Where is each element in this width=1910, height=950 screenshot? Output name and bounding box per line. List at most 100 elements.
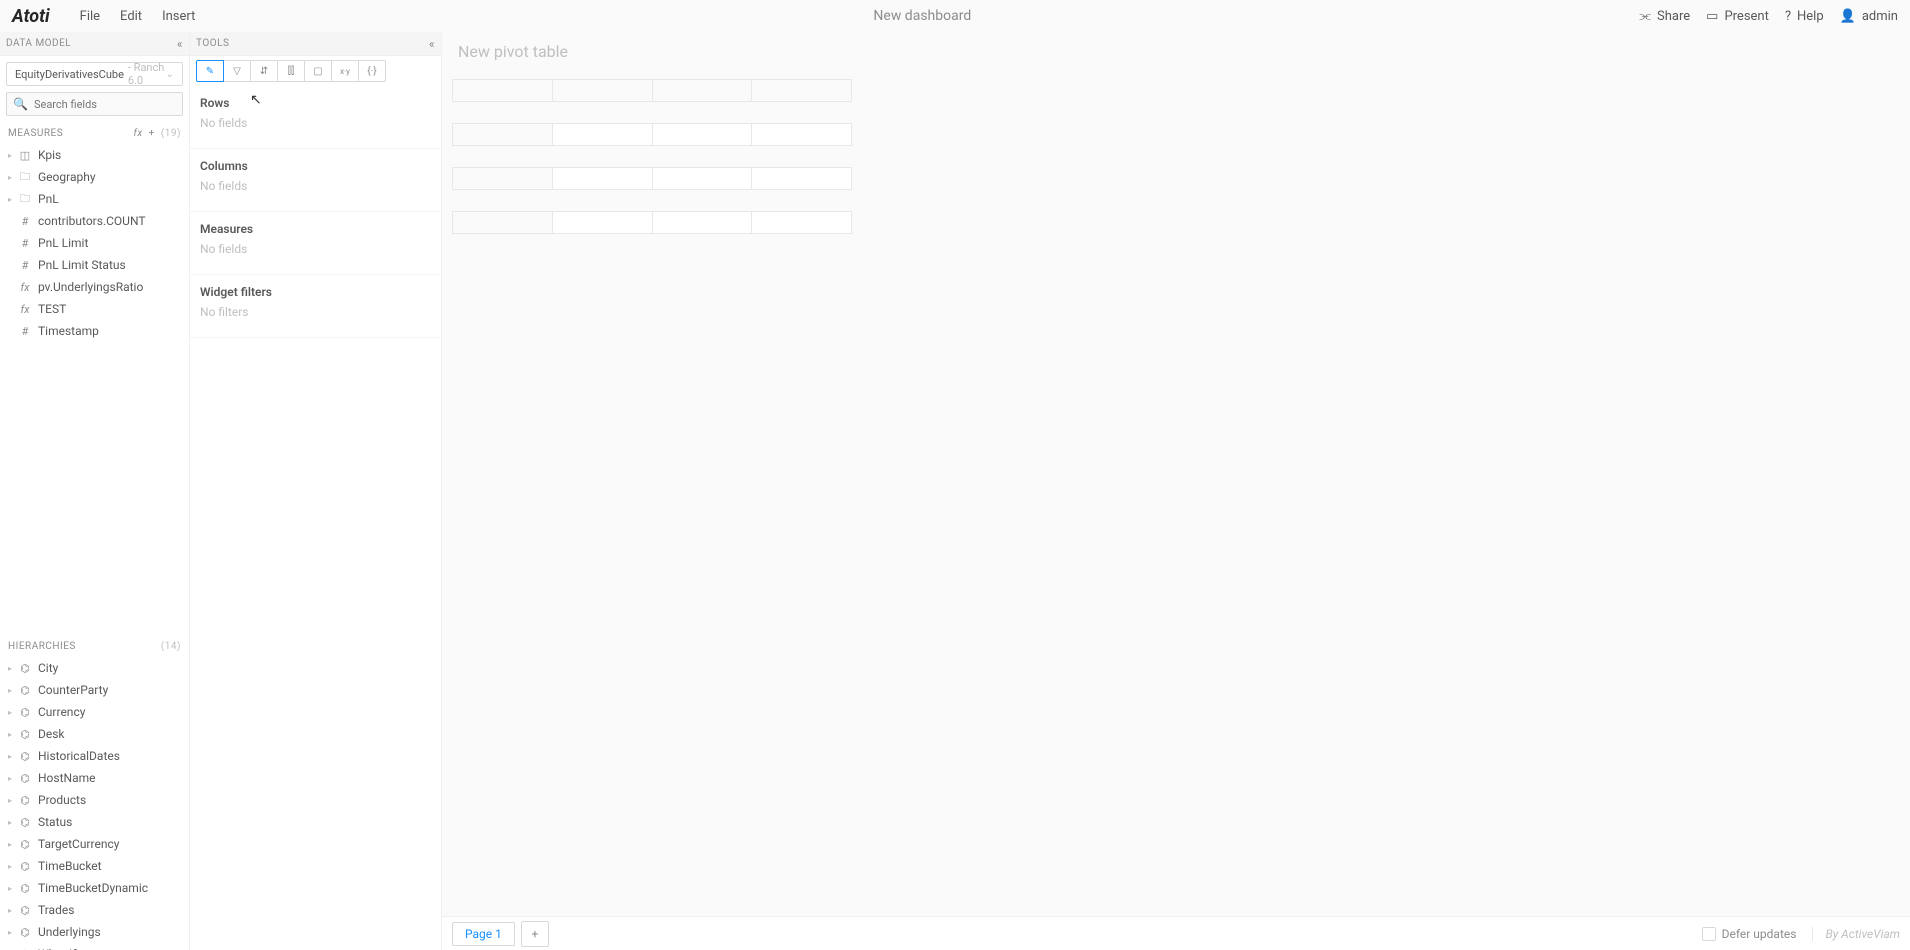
tool-tab-filter[interactable]: ▽ xyxy=(223,60,251,82)
user-icon: 👤 xyxy=(1840,9,1856,24)
expand-icon[interactable]: ▸ xyxy=(8,906,18,915)
hierarchy-item[interactable]: ▸⌬What-If xyxy=(0,943,189,950)
pivot-table[interactable] xyxy=(442,71,1910,916)
help-button[interactable]: ? Help xyxy=(1785,9,1824,24)
hierarchy-item[interactable]: ▸⌬City xyxy=(0,657,189,679)
present-label: Present xyxy=(1724,9,1768,24)
hierarchy-item[interactable]: ▸⌬Desk xyxy=(0,723,189,745)
bars-icon: ⫿⫿ xyxy=(288,66,294,77)
hierarchy-item[interactable]: ▸⌬Products xyxy=(0,789,189,811)
cube-selector[interactable]: EquityDerivativesCube - Ranch 6.0 ⌄ xyxy=(6,62,183,86)
hierarchy-item[interactable]: ▸⌬ Status xyxy=(0,811,189,833)
menu-edit[interactable]: Edit xyxy=(110,9,152,24)
expand-icon[interactable]: ▸ xyxy=(8,686,18,695)
expand-icon[interactable]: ▸ xyxy=(8,774,18,783)
expand-icon[interactable]: ▸ xyxy=(8,730,18,739)
share-button[interactable]: ⫘ Share xyxy=(1639,9,1690,24)
rows-section[interactable]: Rows No fields xyxy=(190,86,441,149)
hierarchy-item[interactable]: ▸⌬Trades xyxy=(0,899,189,921)
help-icon: ? xyxy=(1785,9,1791,24)
user-menu[interactable]: 👤 admin xyxy=(1840,9,1898,24)
expand-icon[interactable]: ▸ xyxy=(8,928,18,937)
hierarchy-item[interactable]: ▸⌬Underlyings xyxy=(0,921,189,943)
tools-title: TOOLS xyxy=(196,38,429,49)
measure-item[interactable]: ▸🗀Geography xyxy=(0,166,189,188)
measure-item[interactable]: fxTEST xyxy=(0,298,189,320)
hierarchy-item[interactable]: ▸⌬HostName xyxy=(0,767,189,789)
tool-tab-bars[interactable]: ⫿⫿ xyxy=(277,60,305,82)
help-label: Help xyxy=(1797,9,1824,24)
expand-icon[interactable]: ▸ xyxy=(8,818,18,827)
search-fields[interactable]: 🔍 xyxy=(6,92,183,116)
widget-title[interactable]: New pivot table xyxy=(442,32,1910,71)
tool-tab-brackets[interactable]: {·} xyxy=(358,60,386,82)
hierarchy-item[interactable]: ▸⌬TimeBucketDynamic xyxy=(0,877,189,899)
hierarchy-item[interactable]: ▸⌬ CounterParty xyxy=(0,679,189,701)
columns-section[interactable]: Columns No fields xyxy=(190,149,441,212)
tool-tab-sort[interactable]: ⇵ xyxy=(250,60,278,82)
expand-icon[interactable]: ▸ xyxy=(8,173,18,182)
measure-label: pv.UnderlyingsRatio xyxy=(38,280,143,294)
tools-panel: TOOLS « ✎ ▽ ⇵ ⫿⫿ ▢ x·y {·} Rows No field… xyxy=(190,32,442,950)
hierarchy-item[interactable]: ▸⌬HistoricalDates xyxy=(0,745,189,767)
data-model-title: DATA MODEL xyxy=(6,38,177,49)
defer-updates[interactable]: Defer updates xyxy=(1702,927,1797,941)
measure-item[interactable]: #PnL Limit Status xyxy=(0,254,189,276)
expand-icon[interactable]: ▸ xyxy=(8,708,18,717)
search-input[interactable] xyxy=(34,98,176,111)
hierarchy-label: CounterParty xyxy=(38,683,108,697)
measure-item[interactable]: #PnL Limit xyxy=(0,232,189,254)
tool-tab-box[interactable]: ▢ xyxy=(304,60,332,82)
measure-item[interactable]: ▸◫Kpis xyxy=(0,144,189,166)
columns-empty: No fields xyxy=(200,179,431,193)
fx-button[interactable]: fx xyxy=(133,128,142,139)
defer-checkbox[interactable] xyxy=(1702,927,1716,941)
hierarchy-icon: ⌬ xyxy=(18,816,32,829)
menu-file[interactable]: File xyxy=(70,9,110,24)
filter-icon: ▽ xyxy=(233,66,241,77)
measures-section[interactable]: Measures No fields xyxy=(190,212,441,275)
hierarchy-item[interactable]: ▸⌬TimeBucket xyxy=(0,855,189,877)
filters-section[interactable]: Widget filters No filters xyxy=(190,275,441,338)
measure-label: PnL Limit xyxy=(38,236,88,250)
expand-icon[interactable]: ▸ xyxy=(8,862,18,871)
kpi-icon: ◫ xyxy=(18,149,32,162)
measure-item[interactable]: #Timestamp xyxy=(0,320,189,342)
hierarchy-icon: ⌬ xyxy=(18,772,32,785)
collapse-data-model-icon[interactable]: « xyxy=(177,37,183,51)
measure-item[interactable]: fxpv.UnderlyingsRatio xyxy=(0,276,189,298)
present-button[interactable]: ▭ Present xyxy=(1706,9,1769,24)
tool-tab-xy[interactable]: x·y xyxy=(331,60,359,82)
menu-insert[interactable]: Insert xyxy=(152,9,205,24)
measure-item[interactable]: #contributors.COUNT xyxy=(0,210,189,232)
share-icon: ⫘ xyxy=(1639,9,1651,24)
hierarchy-item[interactable]: ▸⌬Currency xyxy=(0,701,189,723)
expand-icon[interactable]: ▸ xyxy=(8,884,18,893)
measure-label: Timestamp xyxy=(38,324,99,338)
measure-item[interactable]: ▸🗀PnL xyxy=(0,188,189,210)
measures-count: (19) xyxy=(161,128,181,139)
hierarchy-item[interactable]: ▸⌬TargetCurrency xyxy=(0,833,189,855)
add-measure-button[interactable]: + xyxy=(149,128,155,139)
hierarchy-label: HistoricalDates xyxy=(38,749,120,763)
hierarchy-icon: ⌬ xyxy=(18,684,32,697)
hierarchy-label: TargetCurrency xyxy=(38,837,119,851)
tool-tab-edit[interactable]: ✎ xyxy=(196,60,224,82)
box-icon: ▢ xyxy=(313,66,322,77)
hierarchy-label: Status xyxy=(38,815,72,829)
hierarchy-icon: ⌬ xyxy=(18,882,32,895)
page-tab[interactable]: Page 1 xyxy=(452,922,515,946)
dashboard-title[interactable]: New dashboard xyxy=(205,8,1639,24)
expand-icon[interactable]: ▸ xyxy=(8,752,18,761)
add-page-button[interactable]: + xyxy=(521,921,549,947)
expand-icon[interactable]: ▸ xyxy=(8,195,18,204)
collapse-tools-icon[interactable]: « xyxy=(429,37,435,51)
expand-icon[interactable]: ▸ xyxy=(8,840,18,849)
expand-icon[interactable]: ▸ xyxy=(8,664,18,673)
expand-icon[interactable]: ▸ xyxy=(8,151,18,160)
columns-title: Columns xyxy=(200,159,431,173)
hierarchy-label: Trades xyxy=(38,903,74,917)
filters-title: Widget filters xyxy=(200,285,431,299)
expand-icon[interactable]: ▸ xyxy=(8,796,18,805)
measure-label: Geography xyxy=(38,170,96,184)
